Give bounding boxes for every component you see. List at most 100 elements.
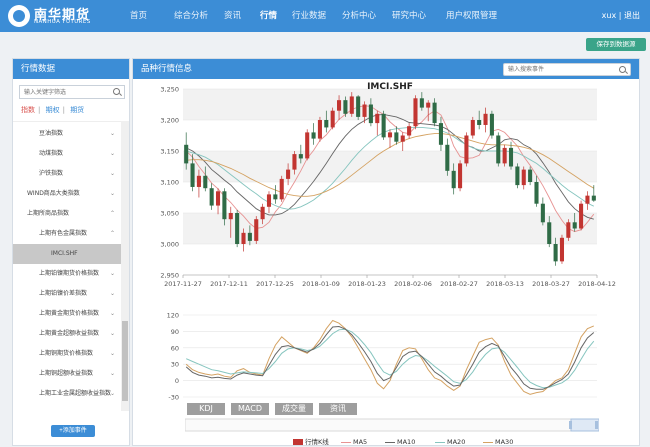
chevron-icon[interactable]: ⌃ [110, 224, 115, 244]
tree-item[interactable]: 上期铜期货价格指数 ⌄ [13, 344, 121, 364]
chevron-icon[interactable]: ⌄ [110, 384, 115, 404]
tree-item[interactable]: 上期铂镍期货价格指数 ⌄ [13, 264, 121, 284]
candle[interactable] [311, 123, 316, 145]
nav-item[interactable]: 资讯 [224, 0, 241, 32]
chevron-icon[interactable]: ⌄ [110, 284, 115, 304]
indicator-tab[interactable]: 资讯 [319, 403, 357, 415]
candle[interactable] [540, 197, 545, 226]
candle[interactable] [464, 132, 469, 167]
tree-item[interactable]: 豆油指数 ⌄ [13, 124, 121, 144]
tree-item[interactable]: WIND商品大类指数 ⌄ [13, 184, 121, 204]
nav-item[interactable]: 用户权限管理 [446, 0, 497, 32]
sidebar-scrollbar[interactable] [121, 121, 129, 411]
tree-item-label: 上期铜超额收益指数 [39, 370, 94, 377]
chevron-icon[interactable]: ⌄ [110, 324, 115, 344]
zoom-slider[interactable] [185, 417, 599, 433]
tree-item[interactable]: 沪铁指数 ⌄ [13, 164, 121, 184]
tab-separator: | [38, 106, 41, 114]
chevron-icon[interactable]: ⌄ [110, 144, 115, 164]
candle-body [368, 104, 373, 124]
x-tick-label: 2017-11-27 [164, 280, 202, 288]
candle[interactable] [400, 132, 405, 151]
indicator-tab[interactable]: MACD [231, 403, 269, 415]
tree-item[interactable]: 上期所商品指数 ⌃ [13, 204, 121, 224]
candle[interactable] [496, 132, 501, 167]
candle[interactable] [515, 163, 520, 189]
candle[interactable] [330, 107, 335, 130]
sidebar-filter-input[interactable] [19, 85, 125, 99]
tree-item[interactable]: 上期铂镍价差指数 ⌄ [13, 284, 121, 304]
candle[interactable] [317, 116, 322, 142]
nav-item[interactable]: 行业数据 [292, 0, 326, 32]
tree-item[interactable]: 上期有色金属指数 ⌃ [13, 224, 121, 244]
candle[interactable] [585, 191, 590, 210]
nav-item[interactable]: 研究中心 [392, 0, 426, 32]
nav-item[interactable]: 分析中心 [342, 0, 376, 32]
chevron-icon[interactable]: ⌄ [110, 184, 115, 204]
candle[interactable] [559, 234, 565, 264]
nav-item[interactable]: 行情 [260, 0, 277, 32]
candle[interactable] [413, 95, 418, 130]
indicator-tab[interactable]: KDJ [187, 403, 225, 415]
candle[interactable] [579, 200, 584, 231]
tree-item[interactable]: 上期铜超额收益指数 ⌄ [13, 364, 121, 384]
kdj-indicator-chart[interactable]: -30 0 30 60 90 120 [133, 309, 639, 401]
username[interactable]: xux [602, 11, 617, 20]
candle[interactable] [445, 138, 450, 176]
candle[interactable] [279, 175, 284, 202]
chevron-icon[interactable]: ⌄ [110, 304, 115, 324]
candle[interactable] [266, 191, 272, 213]
logo-name-en: NANHUA FUTURES [34, 19, 91, 25]
search-icon[interactable] [619, 66, 626, 73]
chevron-icon[interactable]: ⌄ [110, 164, 115, 184]
company-logo[interactable]: 南华期货 NANHUA FUTURES [8, 3, 118, 29]
tab-options[interactable]: 期权 [46, 106, 60, 114]
tab-index[interactable]: 指数 [21, 106, 35, 114]
zoom-handle-left[interactable] [569, 421, 572, 429]
candle[interactable] [381, 110, 386, 140]
y-tick-label: 3,150 [160, 148, 179, 156]
chevron-icon[interactable]: ⌃ [110, 204, 115, 224]
indicator-tab[interactable]: 成交量 [275, 403, 313, 415]
candle[interactable] [458, 160, 463, 192]
legend-swatch [435, 441, 445, 443]
event-search-input[interactable] [503, 63, 631, 76]
candle[interactable] [305, 129, 310, 161]
chevron-icon[interactable]: ⌄ [110, 124, 115, 144]
tree-item[interactable]: 上期黄金期货价格指数 ⌄ [13, 304, 121, 324]
chevron-icon[interactable]: ⌄ [110, 364, 115, 384]
candle[interactable] [375, 110, 380, 136]
nav-item[interactable]: 综合分析 [174, 0, 208, 32]
candle[interactable] [209, 183, 214, 210]
zoom-window[interactable] [570, 418, 599, 432]
candle[interactable] [470, 116, 475, 139]
chevron-icon[interactable]: ⌄ [110, 264, 115, 284]
tree-item[interactable]: 上期黄金超额收益指数 ⌄ [13, 324, 121, 344]
candle[interactable] [356, 95, 361, 120]
tree-item[interactable]: 上期工业金属超额收益指数 ⌄ [13, 384, 121, 404]
add-event-button[interactable]: +添加事件 [51, 425, 95, 437]
candle[interactable] [502, 144, 507, 167]
candle[interactable] [254, 216, 259, 244]
candle[interactable] [438, 116, 443, 151]
candlestick-chart[interactable]: 2,950 3,000 3,050 3,100 3,150 3,200 3,250 2017-… [133, 79, 639, 309]
candle[interactable] [387, 129, 393, 148]
search-icon[interactable] [113, 88, 120, 95]
save-to-datasource-button[interactable]: 保存到数据源 [586, 38, 646, 51]
candle-body [292, 154, 297, 170]
candle[interactable] [407, 123, 412, 139]
tree-item[interactable]: 动煤指数 ⌄ [13, 144, 121, 164]
zoom-handle-right[interactable] [595, 421, 598, 429]
candle[interactable] [215, 188, 221, 215]
logout-link[interactable]: 退出 [624, 11, 640, 20]
candle[interactable] [273, 185, 278, 204]
tree-item[interactable]: IMCI.SHF [13, 244, 121, 264]
tab-futures[interactable]: 期货 [70, 106, 84, 114]
candle[interactable] [566, 219, 571, 241]
candle[interactable] [521, 166, 526, 190]
candle[interactable] [489, 110, 494, 139]
nav-item[interactable]: 首页 [130, 0, 147, 32]
candle[interactable] [235, 209, 240, 248]
chevron-icon[interactable]: ⌄ [110, 344, 115, 364]
scrollbar-thumb[interactable] [122, 321, 128, 401]
